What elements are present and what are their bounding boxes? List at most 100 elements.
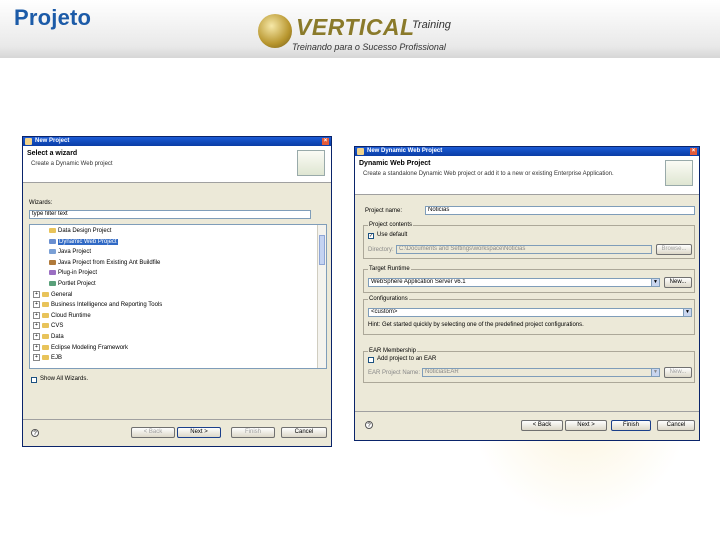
- tree-item-label: Data Design Project: [58, 228, 112, 234]
- tree-item[interactable]: Java Project: [30, 248, 91, 256]
- expand-icon[interactable]: +: [33, 301, 40, 309]
- add-ear-label: Add project to an EAR: [377, 356, 437, 362]
- tree-item[interactable]: Data Design Project: [30, 227, 111, 235]
- ear-project-select[interactable]: NoticiasEAR ▼: [422, 368, 660, 377]
- tree-item-label: Cloud Runtime: [51, 312, 91, 319]
- chevron-down-icon-3: ▼: [651, 369, 659, 376]
- expand-icon[interactable]: +: [33, 290, 40, 298]
- tree-item[interactable]: + EJB: [30, 354, 62, 362]
- configuration-hint: Hint: Get started quickly by selecting o…: [368, 322, 584, 328]
- tree-item[interactable]: Plug-in Project: [30, 269, 97, 277]
- expand-icon[interactable]: +: [33, 354, 40, 362]
- tree-item[interactable]: + Cloud Runtime: [30, 311, 91, 320]
- use-default-checkbox[interactable]: ✓: [368, 233, 374, 239]
- folder-icon: [42, 334, 49, 339]
- project-contents-title: Project contents: [368, 222, 414, 228]
- filter-input[interactable]: type filter text: [29, 210, 311, 219]
- help-icon[interactable]: ?: [31, 429, 39, 437]
- ear-project-value: NoticiasEAR: [425, 369, 459, 375]
- show-all-label: Show All Wizards.: [40, 376, 89, 382]
- tree-item[interactable]: + Business Intelligence and Reporting Too…: [30, 301, 162, 309]
- tree-item[interactable]: + CVS: [30, 322, 63, 330]
- configuration-value: <custom>: [371, 309, 398, 315]
- tree-item-label: Plug-in Project: [58, 270, 98, 277]
- ear-project-label: EAR Project Name:: [368, 370, 421, 376]
- new-runtime-button[interactable]: New...: [664, 277, 692, 288]
- directory-label: Directory:: [368, 247, 394, 253]
- tree-item-label: Java Project from Existing Ant Buildfile: [58, 259, 161, 266]
- back-button-2[interactable]: < Back: [521, 420, 563, 431]
- close-icon-2[interactable]: ×: [690, 148, 697, 155]
- window-title: New Project: [35, 138, 70, 144]
- dialog-titlebar: New Project ×: [23, 137, 331, 146]
- tree-item-label: EJB: [51, 355, 63, 362]
- folder-icon: [42, 302, 49, 308]
- wizard-header: Select a wizard Create a Dynamic Web pro…: [23, 146, 331, 183]
- expand-icon[interactable]: +: [33, 333, 40, 340]
- cancel-button[interactable]: Cancel: [281, 427, 327, 438]
- web-project-icon: [49, 238, 56, 244]
- slide-title: Projeto: [14, 5, 92, 30]
- target-runtime-group: Target Runtime WebSphere Application Ser…: [363, 266, 695, 293]
- wizard-tree[interactable]: Data Design Project Dynamic Web Project Ja…: [29, 224, 327, 369]
- add-ear-checkbox[interactable]: [368, 357, 374, 363]
- tree-item-label: CVS: [51, 323, 64, 330]
- folder-icon: [42, 344, 49, 350]
- folder-icon: [42, 323, 49, 329]
- new-project-dialog: New Project × Select a wizard Create a D…: [22, 136, 332, 447]
- use-default-label: Use default: [377, 232, 408, 238]
- dwp-header: Dynamic Web Project Create a standalone …: [355, 156, 699, 195]
- new-ear-button[interactable]: New...: [664, 367, 692, 378]
- chevron-down-icon-2: ▼: [683, 309, 691, 316]
- finish-button[interactable]: Finish: [231, 427, 275, 438]
- portlet-icon: [49, 280, 56, 286]
- back-button[interactable]: < Back: [131, 427, 175, 438]
- dwp-banner-icon: [665, 160, 693, 186]
- logo-brand: VERTICAL: [296, 14, 415, 40]
- folder-icon: [42, 312, 49, 318]
- company-logo: VERTICAL Training Treinando para o Suces…: [252, 6, 452, 54]
- folder-icon: [49, 227, 56, 233]
- tree-item-label: Data: [51, 334, 64, 341]
- configuration-select[interactable]: <custom> ▼: [368, 308, 692, 317]
- wizards-label: Wizards:: [29, 200, 53, 206]
- window-icon-2: [357, 148, 364, 155]
- tree-item[interactable]: + General: [30, 290, 72, 299]
- dwp-header-desc: Create a standalone Dynamic Web project …: [363, 171, 614, 177]
- tree-item-label: Business Intelligence and Reporting Tool…: [51, 302, 163, 309]
- help-icon-2[interactable]: ?: [365, 421, 373, 429]
- wizard-header-desc: Create a Dynamic Web project: [31, 161, 113, 167]
- wizard-banner-icon: [297, 150, 325, 176]
- java-project-icon: [49, 249, 56, 255]
- target-runtime-title: Target Runtime: [368, 266, 411, 272]
- expand-icon[interactable]: +: [33, 322, 40, 330]
- tree-item-label: Dynamic Web Project: [58, 238, 118, 245]
- browse-button[interactable]: Browse...: [656, 244, 692, 255]
- tree-item[interactable]: Portlet Project: [30, 280, 96, 288]
- logo-training: Training: [412, 19, 451, 31]
- project-contents-group: Project contents ✓ Use default Directory…: [363, 222, 695, 259]
- tree-scrollbar[interactable]: [317, 225, 326, 368]
- expand-icon[interactable]: +: [33, 343, 40, 351]
- expand-icon[interactable]: +: [33, 311, 40, 319]
- project-name-input[interactable]: Noticias: [425, 206, 695, 215]
- runtime-value: WebSphere Application Server v6.1: [371, 279, 466, 285]
- show-all-checkbox[interactable]: [31, 377, 37, 383]
- logo-tagline: Treinando para o Sucesso Profissional: [292, 42, 446, 52]
- project-name-label: Project name:: [365, 208, 403, 214]
- cancel-button-2[interactable]: Cancel: [657, 420, 695, 431]
- directory-input[interactable]: C:\Documents and Settings\workspace\Noti…: [396, 245, 652, 254]
- globe-logo-icon: [258, 14, 292, 48]
- tree-item[interactable]: + Eclipse Modeling Framework: [30, 343, 128, 352]
- runtime-select[interactable]: WebSphere Application Server v6.1 ▼: [368, 278, 660, 287]
- tree-item[interactable]: Java Project from Existing Ant Buildfile: [30, 259, 160, 267]
- scrollbar-thumb[interactable]: [319, 235, 325, 265]
- next-button[interactable]: Next >: [177, 427, 221, 438]
- tree-item[interactable]: Dynamic Web Project: [30, 238, 118, 246]
- finish-button-2[interactable]: Finish: [611, 420, 651, 431]
- tree-item-label: Portlet Project: [58, 281, 96, 287]
- next-button-2[interactable]: Next >: [565, 420, 607, 431]
- close-icon[interactable]: ×: [322, 138, 329, 145]
- slide-header: Projeto VERTICAL Training Treinando para…: [0, 0, 720, 58]
- tree-item[interactable]: + Data: [30, 333, 64, 341]
